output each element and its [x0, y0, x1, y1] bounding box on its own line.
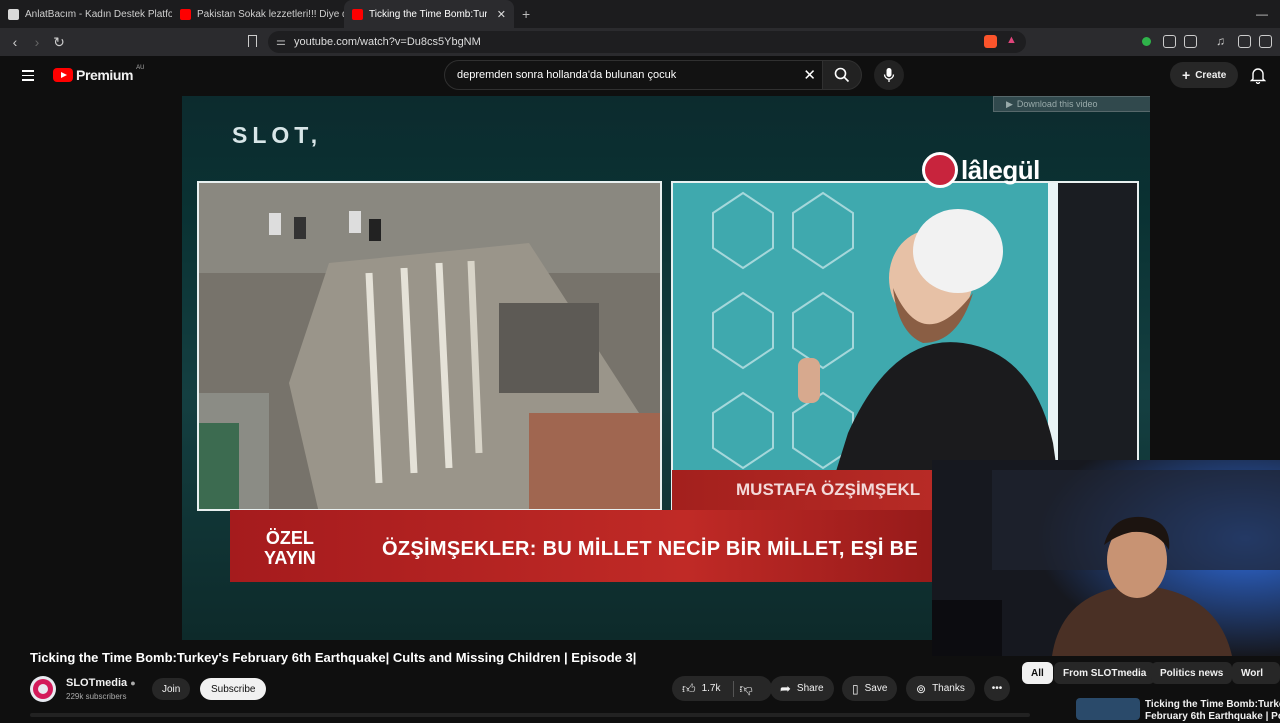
program-tag-line2: YAYIN — [264, 548, 316, 568]
extensions-puzzle-icon[interactable] — [1163, 35, 1176, 48]
clear-search-icon[interactable]: ✕ — [803, 66, 816, 84]
new-tab-button[interactable]: + — [514, 6, 538, 22]
site-favicon-icon — [8, 8, 19, 20]
menu-icon[interactable] — [1259, 35, 1272, 48]
verified-badge-icon: ● — [130, 678, 136, 688]
thanks-label: Thanks — [932, 683, 965, 694]
chip-from-slotmedia[interactable]: From SLOTmedia — [1054, 662, 1156, 684]
logo-text: Premium — [76, 67, 134, 83]
program-tag-line1: ÖZEL — [265, 528, 314, 548]
extension-status-icon[interactable] — [1142, 37, 1151, 46]
recommended-title-line1: Ticking the Time Bomb:Turkey — [1145, 699, 1280, 710]
close-tab-icon[interactable]: ✕ — [497, 8, 506, 21]
search-icon — [834, 67, 850, 83]
save-label: Save — [864, 683, 888, 694]
search-input[interactable]: depremden sonra hollanda'da bulunan çocu… — [444, 60, 823, 90]
channel-name-text: SLOTmedia — [66, 677, 128, 689]
reload-icon[interactable]: ↻ — [48, 34, 70, 51]
youtube-favicon-icon — [352, 8, 363, 20]
recommended-video-thumbnail[interactable] — [1076, 698, 1140, 720]
create-label: Create — [1195, 69, 1227, 81]
slotmedia-logo-icon — [33, 679, 53, 699]
tab-title: AnlatBacım - Kadın Destek Platformu — [25, 8, 172, 20]
subscriber-count: 229k subscribers — [66, 692, 127, 701]
webcam-overlay — [932, 460, 1280, 656]
channel-avatar[interactable] — [30, 676, 56, 702]
video-title: Ticking the Time Bomb:Turkey's February … — [30, 650, 637, 665]
browser-tab-bar: AnlatBacım - Kadın Destek Platformu Paki… — [0, 0, 1280, 28]
streamer-webcam-image — [932, 460, 1280, 656]
news-headline: ÖZŞİMŞEKLER: BU MİLLET NECİP BİR MİLLET,… — [382, 538, 918, 560]
hamburger-menu-icon[interactable] — [22, 70, 34, 84]
sidebar-icon[interactable] — [1238, 35, 1251, 48]
media-icon[interactable]: ♫ — [1216, 34, 1229, 48]
save-bookmark-icon: ▯ — [852, 681, 859, 696]
create-button[interactable]: + Create — [1170, 62, 1239, 88]
chip-politics-news[interactable]: Politics news — [1151, 662, 1233, 684]
program-tag: ÖZEL YAYIN — [264, 528, 316, 568]
address-bar[interactable]: ⚌ youtube.com/watch?v=Du8cs5YbgNM — [268, 31, 1026, 53]
recommended-video-title[interactable]: Ticking the Time Bomb:Turkey February 6t… — [1145, 699, 1280, 723]
back-arrow-icon[interactable]: ‹ — [4, 34, 26, 50]
thumbs-down-icon[interactable]: 👎︎ — [740, 681, 753, 697]
video-brand-watermark: SLOT, — [232, 122, 323, 148]
more-actions-button[interactable]: ••• — [984, 676, 1010, 701]
join-button[interactable]: Join — [152, 678, 191, 700]
speaker-name-caption: MUSTAFA ÖZŞİMŞEKL — [672, 470, 942, 510]
download-label: Download this video — [1016, 99, 1098, 109]
tab-title: Pakistan Sokak lezzetleri!!! Diye diye — [197, 8, 344, 20]
notifications-bell-icon[interactable] — [1250, 66, 1266, 84]
download-video-button[interactable]: ▶ Download this video — [993, 96, 1150, 112]
rewards-triangle-icon[interactable]: ▲ — [1006, 34, 1019, 47]
recommended-title-line2: February 6th Earthquake | Pol — [1145, 711, 1280, 722]
chip-world[interactable]: Worl — [1232, 662, 1280, 684]
tab-title: Ticking the Time Bomb:Turkey's — [369, 8, 487, 20]
earthquake-rubble-footage — [197, 181, 662, 511]
share-button[interactable]: ➦ Share — [770, 676, 834, 701]
like-count[interactable]: 1.7k — [702, 683, 721, 694]
wallet-icon[interactable] — [1184, 35, 1197, 48]
brave-shield-icon[interactable] — [984, 35, 997, 48]
thanks-button[interactable]: ⊚ Thanks — [906, 676, 975, 701]
save-button[interactable]: ▯ Save — [842, 676, 898, 701]
chip-all[interactable]: All — [1022, 662, 1053, 684]
search-button[interactable] — [822, 60, 862, 90]
logo-region: AU — [136, 65, 145, 71]
browser-tab-active[interactable]: Ticking the Time Bomb:Turkey's ✕ — [344, 0, 514, 28]
page-scrollbar[interactable] — [30, 713, 1030, 717]
voice-search-button[interactable] — [874, 60, 904, 90]
plus-icon: + — [1182, 67, 1191, 83]
channel-logo-text: lâlegül — [961, 154, 1040, 185]
share-label: Share — [796, 683, 824, 694]
youtube-favicon-icon — [180, 8, 191, 20]
divider — [732, 680, 734, 697]
browser-tab-anlatbacim[interactable]: AnlatBacım - Kadın Destek Platformu — [0, 0, 172, 28]
channel-name[interactable]: SLOTmedia ● — [66, 677, 136, 689]
like-dislike-group: 👍︎ 1.7k 👎︎ — [672, 676, 772, 701]
search-query: depremden sonra hollanda'da bulunan çocu… — [457, 69, 677, 81]
subscribe-button[interactable]: Subscribe — [200, 678, 267, 700]
thanks-dollar-icon: ⊚ — [916, 681, 927, 696]
browser-toolbar: ‹ › ↻ ⚌ youtube.com/watch?v=Du8cs5YbgNM … — [0, 28, 1280, 56]
url-text: youtube.com/watch?v=Du8cs5YbgNM — [294, 36, 481, 48]
aerial-collapsed-building-image — [199, 183, 660, 509]
channel-logo: lâlegül — [922, 152, 1040, 188]
youtube-play-logo-icon — [53, 68, 73, 82]
site-info-icon[interactable]: ⚌ — [276, 35, 286, 48]
lalegul-emblem-icon — [922, 152, 958, 188]
browser-tab-pakistan[interactable]: Pakistan Sokak lezzetleri!!! Diye diye — [172, 0, 344, 28]
minimize-window-button[interactable]: — — [1256, 7, 1280, 21]
bookmark-icon[interactable] — [248, 35, 257, 47]
thumbs-up-icon[interactable]: 👍︎ — [682, 681, 696, 697]
share-arrow-icon: ➦ — [780, 680, 791, 696]
forward-arrow-icon[interactable]: › — [26, 34, 48, 50]
youtube-header: Premium AU depremden sonra hollanda'da b… — [0, 56, 1280, 96]
youtube-premium-logo[interactable]: Premium AU — [53, 65, 145, 83]
download-play-icon: ▶ — [1006, 98, 1013, 109]
microphone-icon — [883, 68, 895, 82]
more-dots-icon: ••• — [991, 683, 1003, 694]
